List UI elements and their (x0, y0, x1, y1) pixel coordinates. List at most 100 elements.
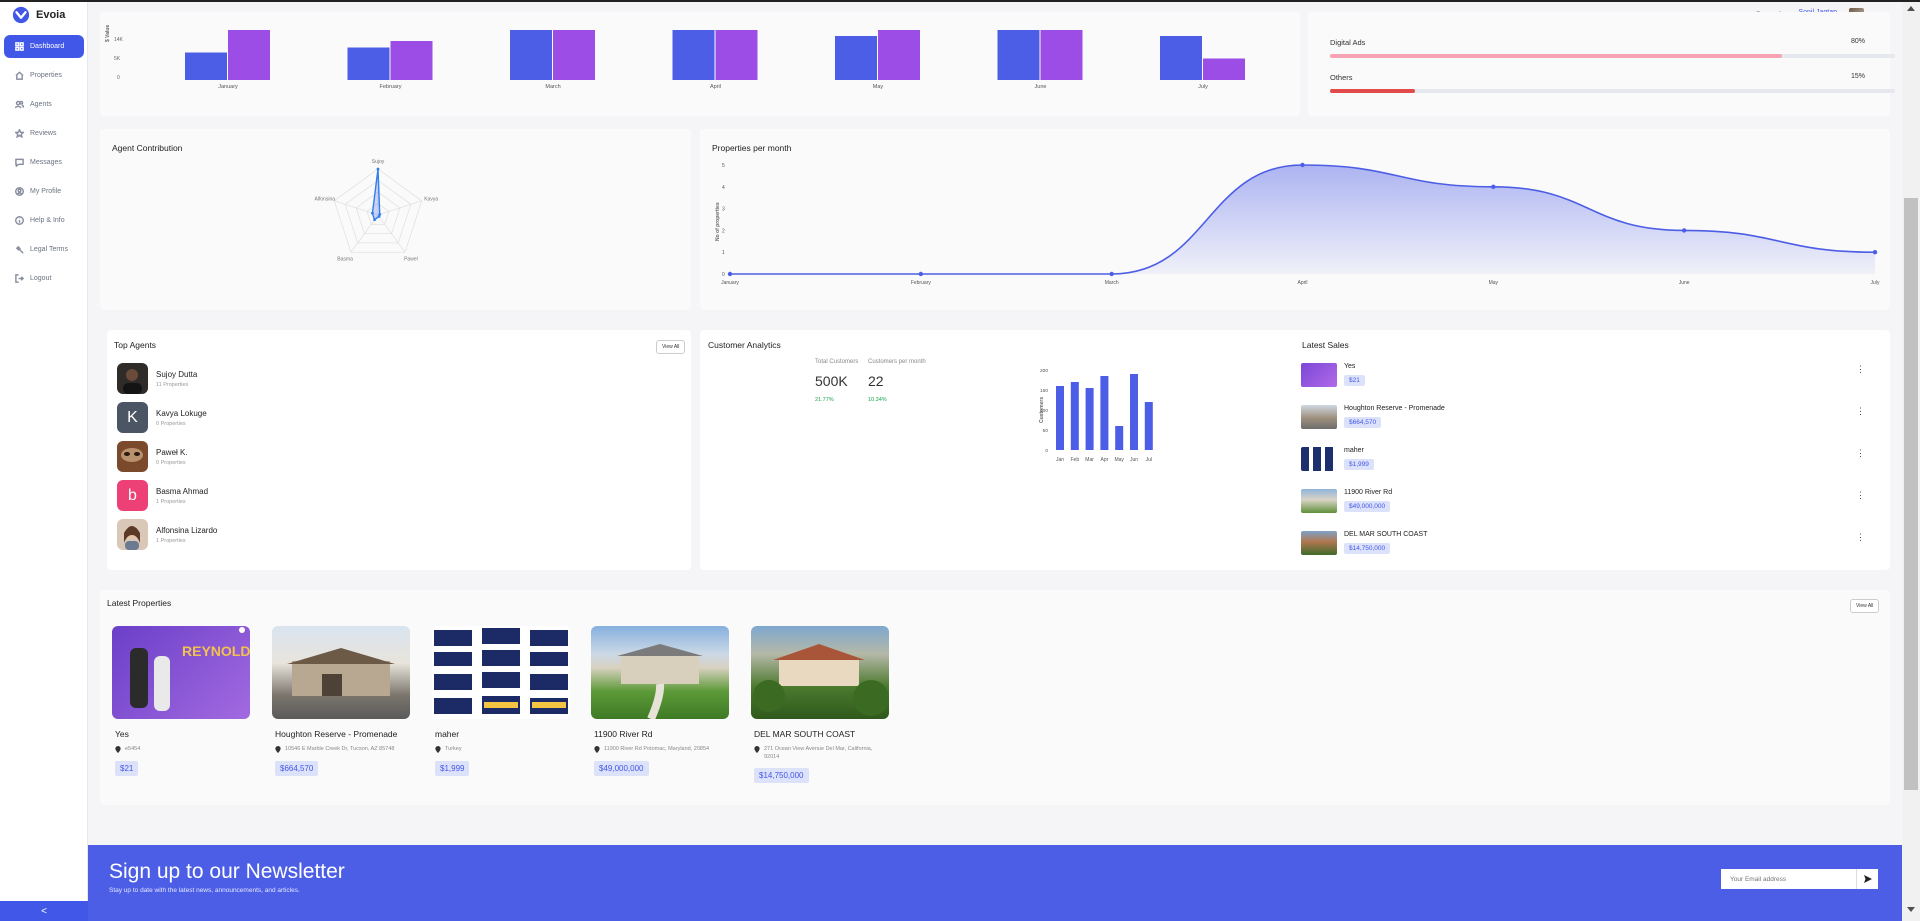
y-tick: 0 (117, 75, 120, 81)
agent-item[interactable]: b Basma Ahmad 1 Properties (117, 480, 208, 511)
sidebar-item-label: Messages (30, 159, 62, 166)
bar-february-2 (390, 41, 433, 80)
sidebar-collapse-button[interactable]: < (0, 901, 88, 921)
scrollbar-thumb[interactable] (1904, 198, 1918, 790)
x-tick-label: January (218, 84, 238, 90)
sidebar-item-properties[interactable]: Properties (4, 64, 84, 87)
property-address: 10546 E Marble Creek Dr, Tucson, AZ 8574… (275, 746, 410, 754)
property-address: 271 Ocean View Avenue Del Mar, Californi… (754, 746, 889, 761)
avatar (117, 441, 148, 472)
latest-sales-card: Latest Sales Yes $21 ⋮ Houghton Reserve … (1295, 330, 1890, 570)
y-tick-label: 4 (722, 185, 725, 191)
property-photo-icon (434, 628, 568, 714)
more-options-icon[interactable]: ⋮ (1856, 532, 1865, 543)
brand[interactable]: Evoia (12, 6, 65, 24)
customers-bar-chart: 200150100500Jan Feb Mar Apr May Jun Jul (1040, 368, 1153, 463)
view-all-agents-button[interactable]: View All (656, 340, 686, 354)
x-tick-label: Mar (1085, 457, 1094, 463)
location-pin-icon (115, 746, 121, 753)
property-address-text: 11900 River Rd Potomac, Maryland, 20854 (604, 746, 710, 752)
scroll-down-icon[interactable] (1907, 907, 1915, 912)
sidebar-item-reviews[interactable]: Reviews (4, 122, 84, 145)
more-options-icon[interactable]: ⋮ (1856, 490, 1865, 501)
sidebar-item-label: Agents (30, 101, 52, 108)
y-tick-label: 0 (722, 272, 725, 278)
send-icon (1863, 875, 1872, 883)
page-scrollbar[interactable] (1902, 0, 1920, 921)
sidebar-item-dashboard[interactable]: Dashboard (4, 35, 84, 58)
sale-item[interactable]: Yes $21 ⋮ (1301, 363, 1875, 387)
newsletter-submit-button[interactable] (1856, 869, 1878, 889)
agent-name: Alfonsina Lizardo (156, 525, 218, 535)
property-address: Turkey (435, 746, 570, 754)
bar-january-1 (185, 52, 227, 80)
y-axis-label: Customers (1039, 396, 1045, 423)
sale-name: Yes (1344, 363, 1356, 370)
y-tick-label: 200 (1040, 368, 1048, 374)
agent-item[interactable]: Paweł K. 0 Properties (117, 441, 188, 472)
chevron-left-icon: < (41, 905, 47, 917)
scroll-up-icon[interactable] (1907, 6, 1915, 11)
bar-apr (1100, 376, 1109, 450)
agent-photo-icon (123, 369, 142, 394)
bar-april-1 (672, 30, 715, 80)
sale-item[interactable]: 11900 River Rd $49,000,000 ⋮ (1301, 489, 1875, 513)
agent-contribution-card: Agent Contribution Sujoy Kavya Pawel Basma A… (100, 129, 691, 310)
property-card[interactable]: maher Turkey $1,999 (432, 626, 570, 776)
y-tick-label: 150 (1040, 388, 1048, 394)
more-options-icon[interactable]: ⋮ (1856, 406, 1865, 417)
property-card[interactable]: DEL MAR SOUTH COAST 271 Ocean View Avenu… (751, 626, 889, 784)
sale-price: $1,999 (1344, 459, 1374, 470)
channel-label: Others (1330, 73, 1353, 82)
sale-item[interactable]: Houghton Reserve - Promenade $664,570 ⋮ (1301, 405, 1875, 429)
property-price: $49,000,000 (594, 760, 649, 776)
property-card[interactable]: REYNOLDS Yes e5454 $21 (112, 626, 250, 776)
monthly-value-chart: January February March April May June July (185, 30, 1245, 90)
bar-june-2 (1040, 30, 1083, 80)
agent-item[interactable]: Sujoy Dutta 11 Properties (117, 363, 197, 394)
properties-per-month-card: Properties per month 5 4 3 2 1 0 January Februa… (700, 129, 1890, 310)
chat-icon (15, 158, 24, 167)
agent-item[interactable]: Alfonsina Lizardo 1 Properties (117, 519, 217, 550)
y-tick-label: 50 (1043, 428, 1049, 434)
more-options-icon[interactable]: ⋮ (1856, 448, 1865, 459)
agent-photo-icon (124, 526, 140, 550)
app-name: Evoia (36, 9, 66, 21)
more-options-icon[interactable]: ⋮ (1856, 364, 1865, 375)
agent-name: Sujoy Dutta (156, 369, 198, 379)
data-point-february (918, 271, 924, 277)
sidebar-item-label: Legal Terms (30, 246, 69, 253)
sidebar-item-messages[interactable]: Messages (4, 151, 84, 174)
channel-label: Digital Ads (1330, 38, 1366, 47)
newsletter-email-input[interactable] (1721, 869, 1856, 889)
agent-item[interactable]: K Kavya Lokuge 0 Properties (117, 402, 207, 433)
grid-icon (15, 42, 24, 51)
data-point-january (727, 271, 733, 277)
sidebar-item-agents[interactable]: Agents (4, 93, 84, 116)
view-all-properties-button[interactable]: View All (1850, 599, 1880, 613)
property-price: $21 (115, 760, 139, 776)
sidebar-item-help[interactable]: Help & Info (4, 209, 84, 232)
monthly-value-card: January February March April May June July $ V… (100, 12, 1300, 116)
sidebar-item-my-profile[interactable]: My Profile (4, 180, 84, 203)
user-icon (15, 187, 24, 196)
sale-item[interactable]: DEL MAR SOUTH COAST $14,750,000 ⋮ (1301, 531, 1875, 555)
sidebar-item-label: Properties (30, 72, 62, 79)
bar-june-1 (997, 30, 1040, 80)
agent-name: Basma Ahmad (156, 486, 209, 496)
x-tick-label: June (1035, 84, 1047, 90)
bar-may (1115, 426, 1124, 450)
property-price: $664,570 (275, 760, 319, 776)
bar-april-2 (715, 30, 758, 80)
sale-item[interactable]: maher $1,999 ⋮ (1301, 447, 1875, 471)
property-name: Houghton Reserve - Promenade (275, 729, 398, 739)
avatar (117, 363, 148, 394)
sidebar-item-logout[interactable]: Logout (4, 267, 84, 290)
sidebar-item-legal-terms[interactable]: Legal Terms (4, 238, 84, 261)
location-pin-icon (435, 746, 441, 753)
property-card[interactable]: Houghton Reserve - Promenade 10546 E Mar… (272, 626, 410, 776)
y-axis-label: $ Value (105, 24, 111, 42)
property-card[interactable]: 11900 River Rd 11900 River Rd Potomac, M… (591, 626, 729, 776)
sale-thumbnail (1301, 363, 1337, 387)
sale-price: $14,750,000 (1344, 543, 1391, 554)
